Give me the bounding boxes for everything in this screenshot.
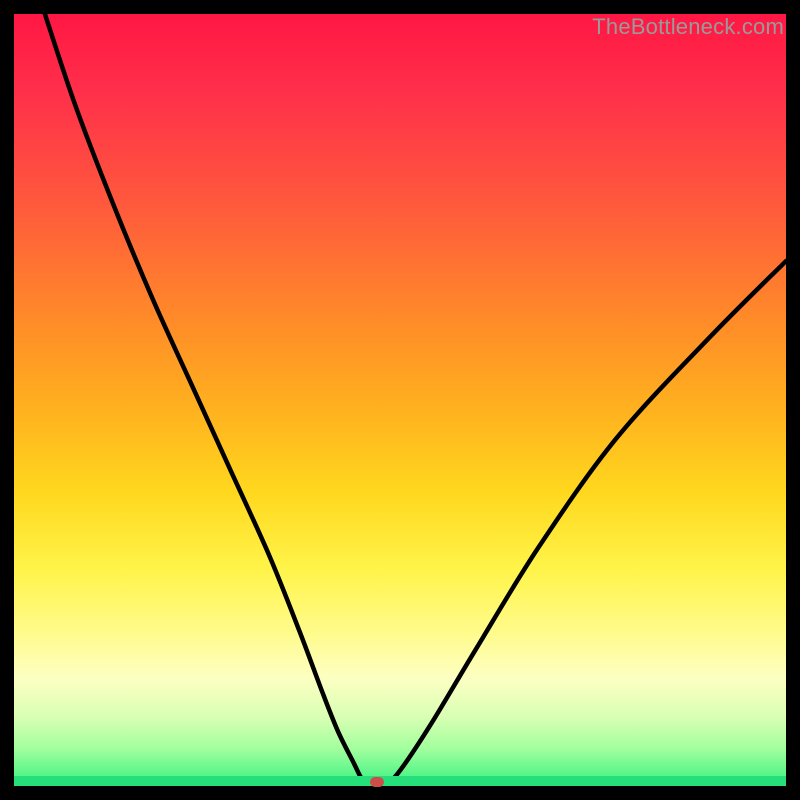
optimum-marker	[370, 777, 384, 787]
green-baseline-band	[14, 776, 786, 786]
plot-area	[14, 14, 786, 786]
watermark-text: TheBottleneck.com	[592, 14, 784, 40]
bottleneck-curve	[14, 14, 786, 786]
chart-frame: TheBottleneck.com	[14, 14, 786, 786]
